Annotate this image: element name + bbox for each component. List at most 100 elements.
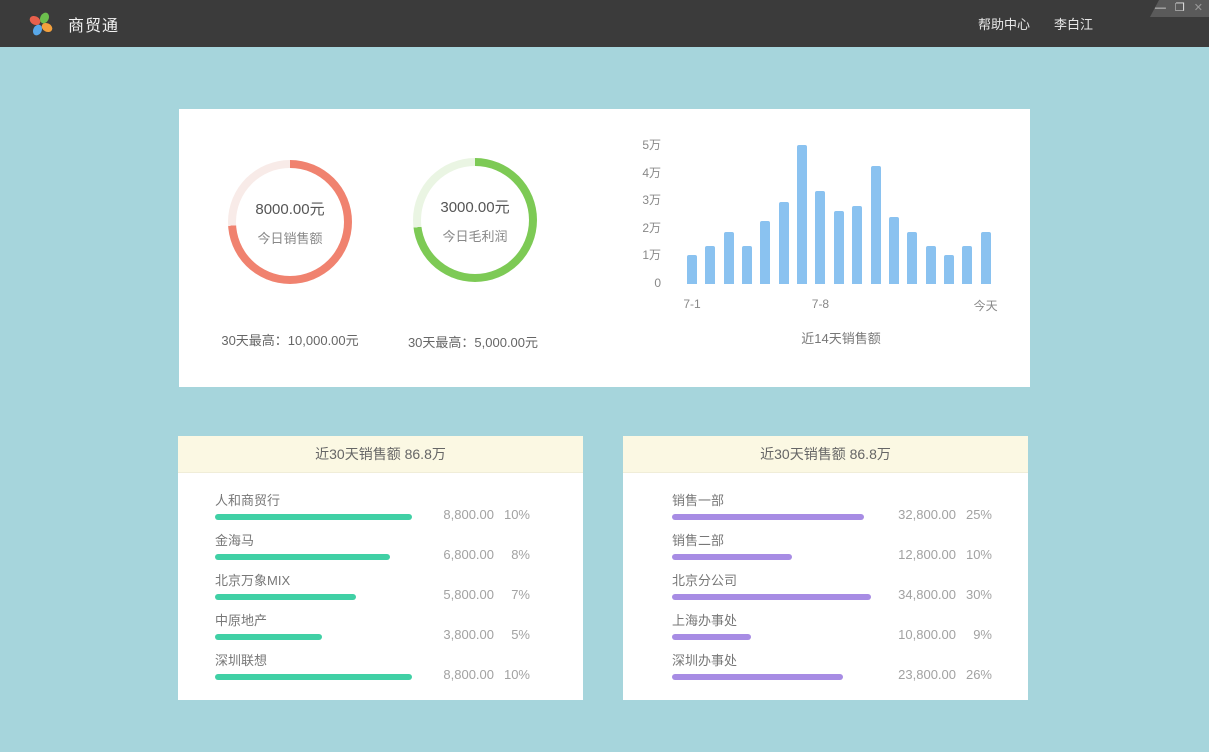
x-axis-label: 7-1 [683, 297, 700, 311]
bar [889, 217, 899, 284]
donut-today-profit: 3000.00元 今日毛利润 [413, 158, 537, 282]
y-axis-label: 0 [599, 275, 661, 291]
bar [944, 255, 954, 284]
rank-item-bar [672, 554, 792, 560]
donut-footer-profit: 30天最高：5,000.00元 [353, 332, 593, 351]
bar-chart-x-axis: 7-17-8今天 [687, 297, 995, 313]
rank-item-value: 6,800.008% [443, 547, 530, 562]
donut-caption: 今日销售额 [257, 228, 322, 247]
maximize-button[interactable]: ❐ [1175, 3, 1185, 14]
rank-row: 北京分公司34,800.0030% [672, 572, 992, 600]
rank-item-percent: 10% [956, 547, 992, 562]
rank-item-percent: 25% [956, 507, 992, 522]
ranking-list: 人和商贸行8,800.0010%金海马6,800.008%北京万象MIX5,80… [178, 473, 583, 680]
rank-item-value: 8,800.0010% [443, 667, 530, 682]
bar [834, 211, 844, 284]
ranking-list: 销售一部32,800.0025% 销售二部12,800.0010% 北京分公司34,… [623, 473, 1028, 680]
donut-center: 8000.00元 今日销售额 [236, 168, 344, 276]
app-logo-icon [28, 11, 54, 37]
rank-item-bar [215, 594, 356, 600]
bar [724, 232, 734, 284]
rank-item-percent: 8% [494, 547, 530, 562]
donut-center: 3000.00元 今日毛利润 [421, 166, 529, 274]
x-axis-label: 今天 [974, 297, 998, 314]
rank-item-value: 34,800.0030% [898, 587, 992, 602]
donut-caption: 今日毛利润 [442, 226, 507, 245]
rank-item-amount: 8,800.00 [443, 667, 494, 682]
rank-item-percent: 5% [494, 627, 530, 642]
window-controls: — ❐ ✕ [1150, 0, 1209, 17]
donut-today-sales: 8000.00元 今日销售额 [228, 160, 352, 284]
titlebar: 商贸通 帮助中心 李白江 — ❐ ✕ [0, 0, 1209, 47]
rank-item-value: 8,800.0010% [443, 507, 530, 522]
rank-item-bar [215, 674, 412, 680]
rank-row: 人和商贸行8,800.0010% [215, 492, 530, 520]
rank-item-bar [215, 514, 412, 520]
rank-item-amount: 32,800.00 [898, 507, 956, 522]
rank-item-amount: 3,800.00 [443, 627, 494, 642]
help-center-link[interactable]: 帮助中心 [978, 14, 1030, 33]
bar [687, 255, 697, 284]
rank-item-bar [672, 674, 843, 680]
rank-row: 深圳联想8,800.0010% [215, 652, 530, 680]
y-axis-label: 5万 [599, 137, 661, 153]
minimize-button[interactable]: — [1155, 3, 1166, 14]
rank-item-value: 23,800.0026% [898, 667, 992, 682]
ranking-card-departments: 近30天销售额 86.8万 销售一部32,800.0025% 销售二部12,800… [623, 436, 1028, 700]
bar [907, 232, 917, 284]
rank-item-amount: 10,800.00 [898, 627, 956, 642]
overview-card: 8000.00元 今日销售额 30天最高：10,000.00元 3000.00元… [179, 109, 1030, 387]
rank-item-amount: 23,800.00 [898, 667, 956, 682]
bar-chart [687, 144, 995, 284]
y-axis-label: 1万 [599, 247, 661, 263]
bar [962, 246, 972, 285]
card-header-title: 近30天销售额 86.8万 [623, 436, 1028, 473]
bar [779, 202, 789, 285]
bar [815, 191, 825, 285]
rank-item-value: 12,800.0010% [898, 547, 992, 562]
bar-chart-title: 近14天销售额 [687, 328, 995, 347]
y-axis-label: 3万 [599, 192, 661, 208]
rank-item-percent: 10% [494, 667, 530, 682]
y-axis-label: 4万 [599, 165, 661, 181]
rank-row: 销售一部32,800.0025% [672, 492, 992, 520]
bar [705, 246, 715, 285]
bar [871, 166, 881, 284]
bar [742, 246, 752, 285]
rank-item-bar [215, 554, 390, 560]
donut-value: 3000.00元 [440, 196, 509, 217]
rank-item-bar [215, 634, 322, 640]
y-axis-label: 2万 [599, 220, 661, 236]
x-axis-label: 7-8 [812, 297, 829, 311]
bar [760, 221, 770, 284]
close-button[interactable]: ✕ [1194, 3, 1203, 14]
rank-row: 上海办事处10,800.009% [672, 612, 992, 640]
rank-item-value: 32,800.0025% [898, 507, 992, 522]
rank-row: 北京万象MIX5,800.007% [215, 572, 530, 600]
rank-item-amount: 8,800.00 [443, 507, 494, 522]
card-header-title: 近30天销售额 86.8万 [178, 436, 583, 473]
user-menu[interactable]: 李白江 [1054, 14, 1093, 33]
rank-row: 销售二部12,800.0010% [672, 532, 992, 560]
rank-item-amount: 5,800.00 [443, 587, 494, 602]
rank-item-percent: 30% [956, 587, 992, 602]
rank-item-bar [672, 514, 864, 520]
rank-item-value: 3,800.005% [443, 627, 530, 642]
rank-item-bar [672, 594, 871, 600]
rank-item-value: 10,800.009% [898, 627, 992, 642]
rank-item-amount: 12,800.00 [898, 547, 956, 562]
rank-item-amount: 6,800.00 [443, 547, 494, 562]
bar [797, 145, 807, 284]
bar [981, 232, 991, 284]
rank-item-bar [672, 634, 751, 640]
titlebar-menu: 帮助中心 李白江 [978, 0, 1093, 47]
bar [926, 246, 936, 285]
rank-item-percent: 10% [494, 507, 530, 522]
ranking-card-customers: 近30天销售额 86.8万 人和商贸行8,800.0010%金海马6,800.0… [178, 436, 583, 700]
brand-title: 商贸通 [68, 12, 119, 36]
rank-item-value: 5,800.007% [443, 587, 530, 602]
bar [852, 206, 862, 284]
rank-item-percent: 9% [956, 627, 992, 642]
rank-item-amount: 34,800.00 [898, 587, 956, 602]
rank-item-percent: 26% [956, 667, 992, 682]
